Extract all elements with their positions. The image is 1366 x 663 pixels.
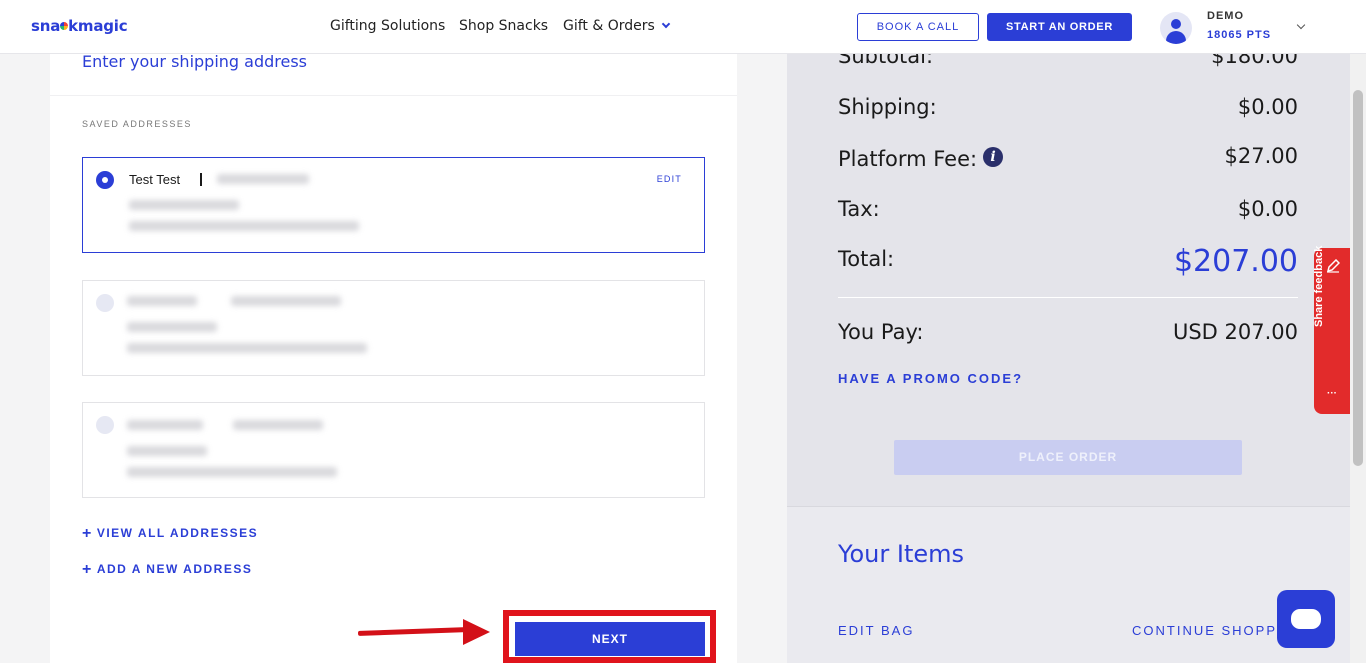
more-dots-icon: ···	[1327, 388, 1337, 399]
address-card[interactable]	[82, 280, 705, 376]
address-card-selected[interactable]: Test Test EDIT	[82, 157, 705, 253]
shipping-label: Shipping:	[838, 95, 937, 119]
logo-dot-icon	[60, 22, 69, 30]
view-all-label: VIEW ALL ADDRESSES	[96, 526, 259, 540]
user-name: DEMO	[1207, 10, 1244, 22]
blurred-city	[129, 221, 359, 231]
nav-gift-orders[interactable]: Gift & Orders	[563, 18, 671, 34]
book-call-button[interactable]: BOOK A CALL	[857, 13, 979, 41]
share-feedback-label: Share feedback	[1313, 245, 1325, 327]
shipping-value: $0.00	[1237, 95, 1298, 119]
blurred-city	[127, 343, 367, 353]
blurred-street	[127, 446, 207, 456]
tax-label: Tax:	[838, 197, 880, 221]
platform-fee-value: $27.00	[1224, 144, 1298, 168]
blurred-phone	[217, 174, 309, 184]
blurred-street	[129, 200, 239, 210]
platform-fee-label: Platform Fee:	[838, 147, 978, 171]
user-avatar-icon[interactable]	[1160, 12, 1192, 44]
your-items-section	[787, 506, 1350, 663]
blurred-city	[127, 467, 337, 477]
summary-divider	[838, 297, 1298, 298]
address-card[interactable]	[82, 402, 705, 498]
blurred-name	[127, 420, 203, 430]
blurred-name	[127, 296, 197, 306]
total-label: Total:	[838, 247, 895, 271]
edit-bag-link[interactable]: EDIT BAG	[838, 623, 914, 638]
view-all-addresses-link[interactable]: + VIEW ALL ADDRESSES	[82, 525, 258, 543]
continue-shopping-link[interactable]: CONTINUE SHOPPING	[1132, 623, 1282, 638]
chevron-down-icon	[661, 19, 671, 29]
plus-icon: +	[82, 525, 93, 542]
annotation-arrow-head-icon	[463, 619, 490, 645]
blurred-phone	[233, 420, 323, 430]
info-icon[interactable]: i	[983, 147, 1003, 167]
address-name: Test Test	[129, 172, 181, 187]
start-order-button[interactable]: START AN ORDER	[987, 13, 1132, 41]
nav-gifting-solutions[interactable]: Gifting Solutions	[330, 18, 445, 34]
edit-address-link[interactable]: EDIT	[657, 174, 682, 184]
address-radio-selected[interactable]	[96, 171, 114, 189]
nav-shop-snacks[interactable]: Shop Snacks	[459, 18, 548, 34]
next-button[interactable]: NEXT	[515, 622, 705, 656]
shipping-title: Enter your shipping address	[82, 52, 308, 71]
pencil-icon	[1326, 259, 1340, 273]
divider	[50, 95, 737, 96]
you-pay-label: You Pay:	[838, 320, 924, 344]
nav-gift-orders-label: Gift & Orders	[563, 18, 655, 34]
promo-code-link[interactable]: HAVE A PROMO CODE?	[838, 371, 1023, 386]
blurred-street	[127, 322, 217, 332]
tax-value: $0.00	[1237, 197, 1298, 221]
saved-addresses-label: SAVED ADDRESSES	[82, 119, 192, 129]
user-points: 18065 PTS	[1207, 29, 1272, 41]
chat-widget-button[interactable]	[1277, 590, 1335, 648]
chat-bubble-icon	[1291, 609, 1321, 629]
address-radio[interactable]	[96, 294, 114, 312]
blurred-phone	[231, 296, 341, 306]
plus-icon: +	[82, 561, 93, 578]
snackmagic-logo[interactable]: sna kmagic	[31, 17, 128, 35]
page-scrollbar[interactable]	[1350, 54, 1366, 663]
add-new-address-link[interactable]: + ADD A NEW ADDRESS	[82, 561, 252, 579]
place-order-button[interactable]: PLACE ORDER	[894, 440, 1242, 475]
user-menu-chevron-icon[interactable]	[1296, 20, 1306, 30]
your-items-title: Your Items	[838, 540, 964, 568]
you-pay-value: USD 207.00	[1172, 320, 1298, 344]
add-new-label: ADD A NEW ADDRESS	[96, 562, 253, 576]
address-radio[interactable]	[96, 416, 114, 434]
address-separator	[200, 173, 202, 186]
scrollbar-thumb[interactable]	[1353, 90, 1363, 466]
total-value: $207.00	[1173, 244, 1298, 279]
top-navbar: sna kmagic Gifting Solutions Shop Snacks …	[0, 0, 1366, 54]
